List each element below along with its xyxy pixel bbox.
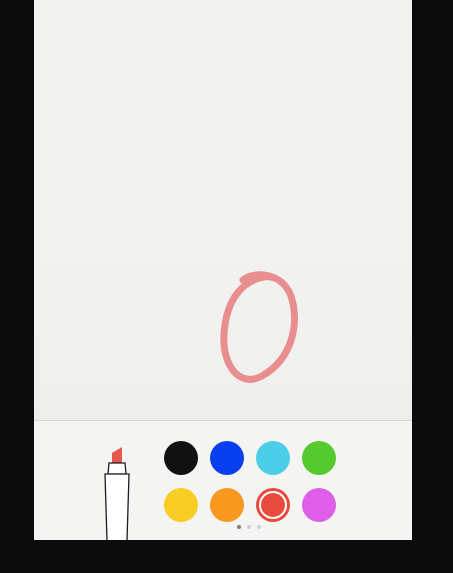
hand-drawn-circle-stroke bbox=[220, 271, 298, 383]
drawing-toolbar bbox=[34, 420, 412, 540]
page-dot bbox=[247, 525, 251, 529]
color-swatch-black[interactable] bbox=[164, 441, 198, 475]
marker-tool-icon[interactable] bbox=[102, 439, 132, 540]
drawing-screen bbox=[34, 0, 412, 540]
device-frame bbox=[0, 0, 453, 573]
color-swatch-orange[interactable] bbox=[210, 488, 244, 522]
page-dot bbox=[257, 525, 261, 529]
marker-tip bbox=[112, 447, 122, 463]
page-dot bbox=[237, 525, 241, 529]
color-swatch-light-blue[interactable] bbox=[256, 441, 290, 475]
page-indicator bbox=[237, 525, 261, 531]
color-swatch-green[interactable] bbox=[302, 441, 336, 475]
color-swatch-purple[interactable] bbox=[302, 488, 336, 522]
color-swatch-blue[interactable] bbox=[210, 441, 244, 475]
drawing-canvas[interactable] bbox=[34, 0, 412, 420]
color-swatch-red[interactable] bbox=[256, 488, 290, 522]
color-swatch-yellow[interactable] bbox=[164, 488, 198, 522]
sketch-layer bbox=[220, 271, 298, 383]
